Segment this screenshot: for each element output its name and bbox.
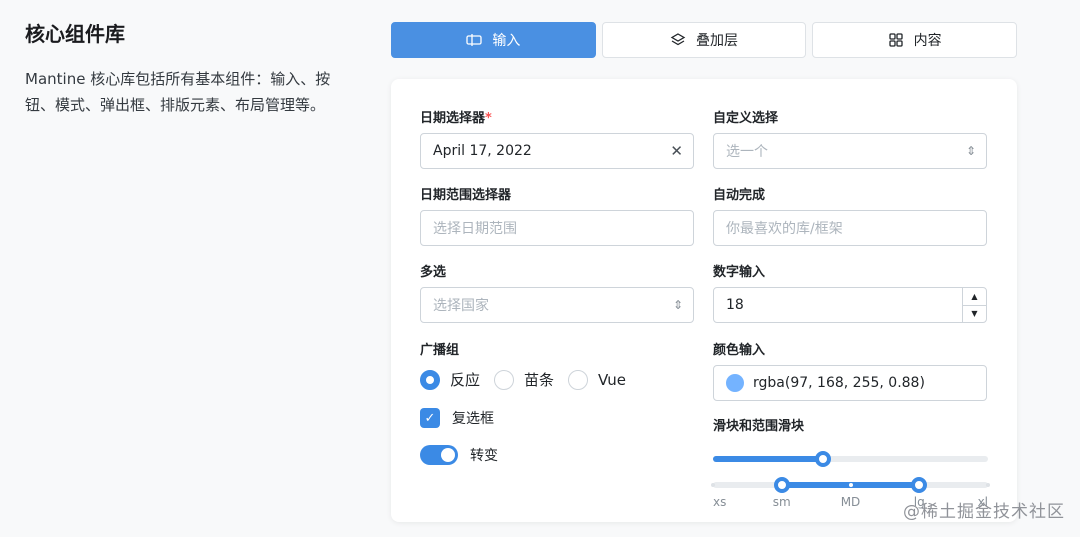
range-mark-xl [986, 483, 990, 487]
range-mark-xs [711, 483, 715, 487]
multiselect-field: 多选 选择国家 ⇕ [420, 263, 694, 323]
radio-react-label: 反应 [450, 371, 481, 389]
range-mark-MD [848, 483, 853, 487]
number-input-field: 数字输入 18 ▲ ▼ [713, 263, 987, 323]
custom-select-field: 自定义选择 选一个 ⇕ [713, 109, 987, 169]
date-range-label: 日期范围选择器 [420, 188, 512, 203]
input-icon [466, 34, 482, 46]
radio-react-indicator[interactable] [420, 369, 440, 390]
custom-select-input[interactable]: 选一个 ⇕ [713, 133, 987, 169]
date-picker-value: April 17, 2022 [433, 143, 532, 159]
grid-icon [889, 33, 903, 47]
radio-group-field: 广播组 反应 苗条 Vue [420, 341, 694, 390]
range-slider-track[interactable]: xs sm MD lg xl [711, 477, 990, 509]
intro-section: 核心组件库 Mantine 核心库包括所有基本组件：输入、按钮、模式、弹出框、排… [25, 20, 355, 118]
input-demo-card: 日期选择器* April 17, 2022 ✕ 自定义选择 选一个 ⇕ 日期范围… [391, 79, 1017, 522]
radio-svelte-label: 苗条 [524, 371, 555, 389]
date-range-field: 日期范围选择器 选择日期范围 [420, 186, 694, 246]
tab-input[interactable]: 输入 [391, 22, 596, 58]
selector-chevron-icon: ⇕ [965, 144, 976, 158]
custom-select-label: 自定义选择 [713, 111, 779, 126]
radio-vue-label: Vue [598, 370, 627, 389]
number-input-value: 18 [726, 297, 744, 313]
tab-content-label: 内容 [913, 33, 942, 49]
multiselect-placeholder: 选择国家 [433, 298, 489, 314]
watermark: @稀土掘金技术社区 [903, 502, 1065, 522]
color-swatch[interactable] [726, 374, 744, 392]
range-thumb-end[interactable] [911, 477, 928, 493]
autocomplete-label: 自动完成 [713, 188, 766, 203]
multiselect-label: 多选 [420, 265, 447, 280]
range-thumb-start[interactable] [773, 477, 790, 493]
tab-input-label: 输入 [492, 33, 521, 49]
check-icon[interactable]: ✓ [420, 408, 440, 428]
autocomplete-placeholder: 你最喜欢的库/框架 [726, 221, 843, 237]
number-input-label: 数字输入 [713, 265, 766, 280]
color-input-label: 颜色输入 [713, 343, 766, 358]
slider-fill [713, 456, 823, 462]
switch-toggle[interactable] [420, 445, 458, 465]
selector-chevron-icon: ⇕ [672, 298, 683, 312]
layers-icon [670, 33, 686, 46]
radio-react[interactable]: 反应 [420, 369, 480, 390]
slider-thumb[interactable] [815, 451, 831, 467]
number-input[interactable]: 18 ▲ ▼ [713, 287, 987, 323]
custom-select-placeholder: 选一个 [726, 144, 768, 160]
slider-track[interactable] [713, 451, 988, 467]
tab-bar: 输入 叠加层 内容 [391, 22, 1018, 58]
tab-content[interactable]: 内容 [812, 22, 1018, 58]
color-input-field: 颜色输入 rgba(97, 168, 255, 0.88) [713, 341, 987, 401]
date-picker-label: 日期选择器* [420, 111, 492, 126]
radio-group-label: 广播组 [420, 343, 460, 358]
radio-vue-indicator[interactable] [568, 369, 589, 390]
page-title: 核心组件库 [25, 22, 125, 46]
range-mark-label-xs: xs [713, 495, 727, 509]
color-input-value: rgba(97, 168, 255, 0.88) [753, 375, 925, 391]
radio-group: 反应 苗条 Vue [420, 369, 694, 390]
decrement-icon[interactable]: ▼ [963, 306, 986, 323]
switch-field[interactable]: 转变 [420, 445, 498, 465]
radio-svelte-indicator[interactable] [494, 369, 515, 390]
number-stepper: ▲ ▼ [962, 288, 986, 322]
tab-overlay-label: 叠加层 [696, 33, 738, 49]
switch-knob [441, 448, 455, 462]
date-range-input[interactable]: 选择日期范围 [420, 210, 694, 246]
page-description: Mantine 核心库包括所有基本组件：输入、按钮、模式、弹出框、排版元素、布局… [25, 70, 331, 114]
color-input[interactable]: rgba(97, 168, 255, 0.88) [713, 365, 987, 401]
date-picker-field: 日期选择器* April 17, 2022 ✕ [420, 109, 694, 169]
multiselect-input[interactable]: 选择国家 ⇕ [420, 287, 694, 323]
switch-label: 转变 [470, 448, 498, 464]
clear-icon[interactable]: ✕ [670, 142, 683, 160]
range-mark-label-MD: MD [840, 495, 861, 509]
radio-svelte[interactable]: 苗条 [494, 369, 554, 390]
date-picker-input[interactable]: April 17, 2022 ✕ [420, 133, 694, 169]
date-range-placeholder: 选择日期范围 [433, 221, 517, 237]
checkbox-label: 复选框 [452, 411, 494, 427]
increment-icon[interactable]: ▲ [963, 288, 986, 306]
slider-label: 滑块和范围滑块 [713, 419, 805, 434]
autocomplete-input[interactable]: 你最喜欢的库/框架 [713, 210, 987, 246]
autocomplete-field: 自动完成 你最喜欢的库/框架 [713, 186, 987, 246]
radio-vue[interactable]: Vue [568, 369, 627, 390]
tab-overlay[interactable]: 叠加层 [601, 22, 807, 58]
checkbox-field[interactable]: ✓ 复选框 [420, 408, 494, 428]
range-mark-label-sm: sm [772, 495, 791, 509]
